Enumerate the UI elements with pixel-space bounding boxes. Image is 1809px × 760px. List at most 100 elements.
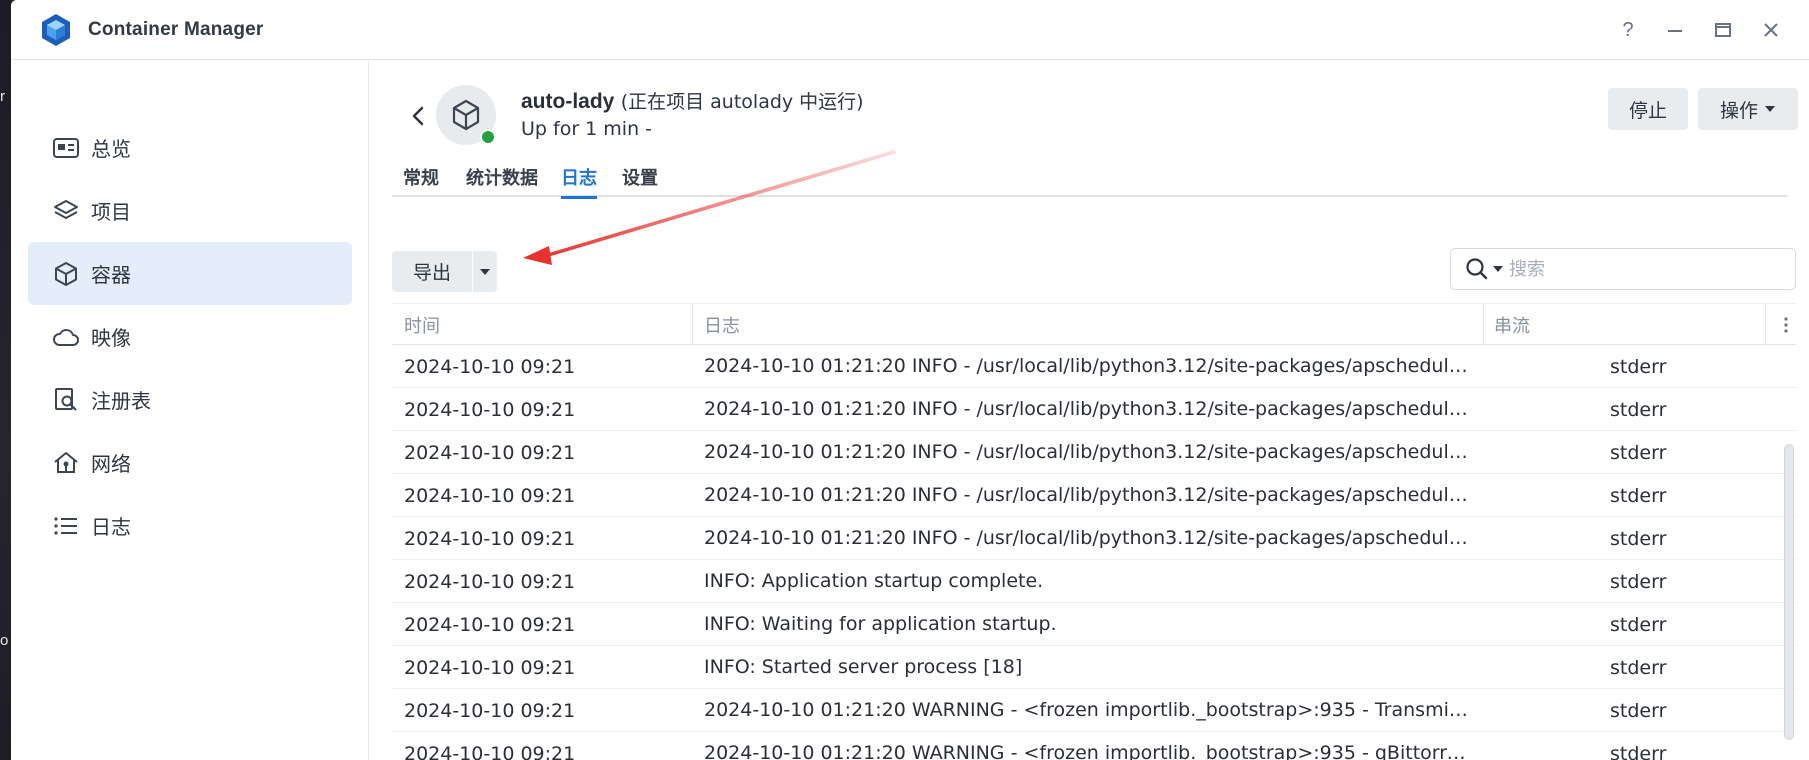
running-status-dot	[480, 129, 496, 145]
sidebar-item-label: 映像	[91, 326, 131, 350]
stop-button[interactable]: 停止	[1608, 88, 1688, 130]
sidebar-item-images[interactable]: 映像	[28, 305, 352, 368]
search-field[interactable]	[1450, 248, 1796, 290]
help-icon: ?	[1622, 18, 1634, 41]
log-time-cell: 2024-10-10 09:21	[404, 398, 576, 421]
sidebar-item-registry[interactable]: 注册表	[28, 368, 352, 431]
tab-statistics[interactable]: 统计数据	[466, 157, 538, 197]
log-message-cell: 2024-10-10 01:21:20 INFO - /usr/local/li…	[704, 398, 1469, 420]
sidebar-item-label: 容器	[91, 263, 131, 287]
log-stream-cell: stderr	[1610, 441, 1667, 464]
search-input[interactable]	[1509, 258, 1779, 280]
log-time-cell: 2024-10-10 09:21	[404, 527, 576, 550]
table-row[interactable]: 2024-10-10 09:21 2024-10-10 01:21:20 INFO…	[392, 474, 1796, 517]
search-icon[interactable]	[1465, 257, 1491, 281]
maximize-button[interactable]	[1708, 15, 1738, 45]
log-time-cell: 2024-10-10 09:21	[404, 570, 576, 593]
network-home-icon	[51, 448, 81, 478]
actions-button-label: 操作	[1719, 99, 1758, 122]
app-title: Container Manager	[88, 19, 264, 40]
export-button[interactable]: 导出	[392, 251, 472, 292]
log-time-cell: 2024-10-10 09:21	[404, 699, 576, 722]
log-time-cell: 2024-10-10 09:21	[404, 441, 576, 464]
table-row[interactable]: 2024-10-10 09:21 2024-10-10 01:21:20 INFO…	[392, 517, 1796, 560]
caret-down-icon	[480, 268, 490, 275]
log-stream-cell: stderr	[1610, 742, 1667, 760]
log-message-cell: 2024-10-10 01:21:20 INFO - /usr/local/li…	[704, 527, 1469, 549]
log-message-cell: 2024-10-10 01:21:20 INFO - /usr/local/li…	[704, 484, 1469, 506]
table-row[interactable]: 2024-10-10 09:21 2024-10-10 01:21:20 WARN…	[392, 689, 1796, 732]
log-stream-cell: stderr	[1610, 398, 1667, 421]
log-time-cell: 2024-10-10 09:21	[404, 656, 576, 679]
app-window: Container Manager ? 总览 项目 容器 映像 注册表 网络 日…	[11, 0, 1809, 760]
export-dropdown-button[interactable]	[473, 251, 497, 292]
container-uptime: Up for 1 min -	[521, 118, 653, 140]
close-icon	[1764, 23, 1778, 37]
sidebar: 总览 项目 容器 映像 注册表 网络 日志	[11, 61, 369, 760]
tab-settings[interactable]: 设置	[622, 157, 658, 197]
column-header-log[interactable]: 日志	[704, 304, 740, 346]
column-divider[interactable]	[1765, 304, 1766, 346]
container-manager-logo-icon	[42, 14, 70, 46]
tab-label: 统计数据	[466, 168, 538, 189]
actions-button[interactable]: 操作	[1698, 88, 1798, 130]
log-message-cell: 2024-10-10 01:21:20 WARNING - <frozen im…	[704, 699, 1469, 721]
table-row[interactable]: 2024-10-10 09:21 2024-10-10 01:21:20 WARN…	[392, 732, 1796, 760]
minimize-button[interactable]	[1660, 15, 1690, 45]
container-title: auto-lady (正在项目 autolady 中运行)	[521, 87, 864, 114]
sidebar-item-log[interactable]: 日志	[28, 494, 352, 557]
column-header-time[interactable]: 时间	[404, 304, 440, 346]
tab-label: 常规	[403, 168, 439, 189]
log-message-cell: 2024-10-10 01:21:20 INFO - /usr/local/li…	[704, 441, 1469, 463]
table-row[interactable]: 2024-10-10 09:21 2024-10-10 01:21:20 INFO…	[392, 431, 1796, 474]
table-row[interactable]: 2024-10-10 09:21 2024-10-10 01:21:20 INFO…	[392, 345, 1796, 388]
column-header-stream[interactable]: 串流	[1494, 304, 1530, 346]
caret-down-icon[interactable]	[1493, 266, 1503, 272]
log-message-cell: 2024-10-10 01:21:20 INFO - /usr/local/li…	[704, 355, 1469, 377]
cube-icon	[51, 259, 81, 289]
table-row[interactable]: 2024-10-10 09:21 2024-10-10 01:21:20 INFO…	[392, 388, 1796, 431]
log-time-cell: 2024-10-10 09:21	[404, 613, 576, 636]
sidebar-item-label: 注册表	[91, 389, 151, 413]
tab-log[interactable]: 日志	[561, 157, 597, 199]
title-bar: Container Manager ?	[11, 0, 1809, 60]
help-button[interactable]: ?	[1613, 15, 1643, 45]
chevron-left-icon	[412, 106, 424, 126]
sidebar-item-projects[interactable]: 项目	[28, 179, 352, 242]
more-vertical-icon	[1784, 317, 1788, 333]
log-message-cell: INFO: Waiting for application startup.	[704, 613, 1057, 635]
maximize-icon	[1715, 23, 1731, 37]
desktop-fragment-char: o	[0, 632, 9, 649]
log-stream-cell: stderr	[1610, 355, 1667, 378]
log-time-cell: 2024-10-10 09:21	[404, 355, 576, 378]
column-menu-button[interactable]	[1776, 304, 1796, 346]
log-time-cell: 2024-10-10 09:21	[404, 484, 576, 507]
sidebar-item-overview[interactable]: 总览	[28, 116, 352, 179]
stop-button-label: 停止	[1628, 99, 1667, 122]
tab-label: 日志	[561, 168, 597, 189]
sidebar-item-containers[interactable]: 容器	[28, 242, 352, 305]
registry-search-icon	[51, 385, 81, 415]
tab-bar: 常规 统计数据 日志 设置	[392, 157, 1787, 199]
container-name: auto-lady	[521, 90, 615, 113]
table-scrollbar[interactable]	[1784, 444, 1794, 740]
export-button-label: 导出	[412, 262, 451, 284]
log-stream-cell: stderr	[1610, 484, 1667, 507]
table-row[interactable]: 2024-10-10 09:21 INFO: Application startu…	[392, 560, 1796, 603]
column-divider[interactable]	[692, 304, 693, 346]
close-button[interactable]	[1756, 15, 1786, 45]
log-stream-cell: stderr	[1610, 527, 1667, 550]
sidebar-item-network[interactable]: 网络	[28, 431, 352, 494]
table-row[interactable]: 2024-10-10 09:21 INFO: Waiting for applic…	[392, 603, 1796, 646]
log-time-cell: 2024-10-10 09:21	[404, 742, 576, 760]
overview-card-icon	[51, 133, 81, 163]
log-message-cell: 2024-10-10 01:21:20 WARNING - <frozen im…	[704, 742, 1469, 760]
column-divider[interactable]	[1483, 304, 1484, 346]
cube-icon	[452, 99, 480, 131]
log-table: 时间 日志 串流 2024-10-10 09:21 2024-10-10 01:2…	[392, 303, 1796, 760]
sidebar-item-label: 日志	[91, 515, 131, 539]
table-row[interactable]: 2024-10-10 09:21 INFO: Started server pro…	[392, 646, 1796, 689]
back-button[interactable]	[406, 99, 430, 133]
list-icon	[51, 511, 81, 541]
tab-general[interactable]: 常规	[403, 157, 439, 197]
